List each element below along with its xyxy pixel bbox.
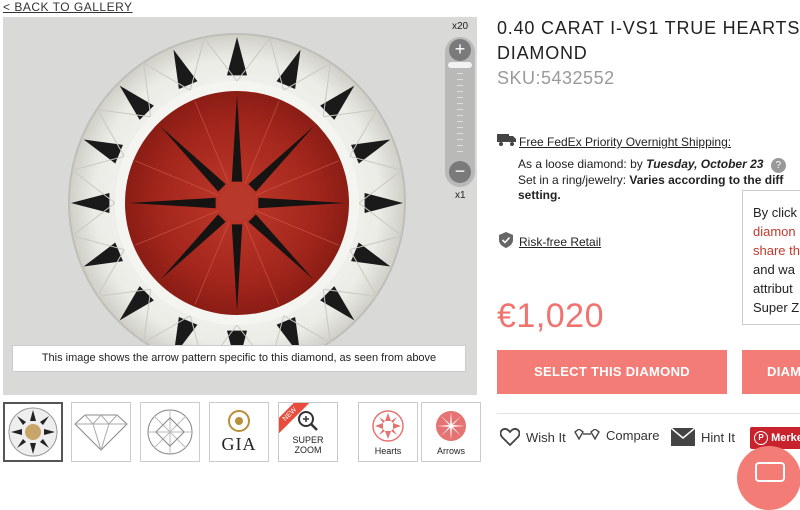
pinterest-label: Merke bbox=[771, 432, 800, 444]
thumb-arrows[interactable]: Arrows bbox=[421, 402, 481, 462]
ring-delivery: Set in a ring/jewelry: Varies according … bbox=[518, 173, 783, 187]
tooltip-line-5: attribut bbox=[753, 281, 793, 296]
product-title-line1: 0.40 CARAT I-VS1 TRUE HEARTS™ bbox=[497, 18, 800, 38]
ring-delivery-value: Varies according to the diff bbox=[629, 173, 784, 187]
pinterest-icon: P bbox=[754, 431, 768, 446]
loose-diamond-date: Tuesday, October 23 bbox=[646, 157, 764, 171]
hearts-pattern-icon bbox=[372, 409, 404, 442]
risk-free-retail-link[interactable]: Risk-free Retail bbox=[519, 235, 601, 249]
diamond-arrows-image bbox=[3, 17, 477, 395]
hint-it-label: Hint It bbox=[701, 429, 735, 445]
help-icon[interactable]: ? bbox=[770, 158, 786, 173]
magnifier-icon bbox=[298, 410, 318, 431]
wish-it-label: Wish It bbox=[526, 429, 566, 445]
zoom-max-label: x20 bbox=[452, 21, 469, 32]
zoom-min-label: x1 bbox=[455, 190, 466, 201]
thumb-diamond-diagram[interactable] bbox=[71, 402, 131, 462]
hearts-label: Hearts bbox=[374, 445, 402, 456]
chat-bubble-button[interactable] bbox=[737, 446, 800, 510]
compare-action[interactable]: Compare bbox=[574, 428, 659, 443]
thumb-diamond-facet-map[interactable] bbox=[140, 402, 200, 462]
diamond-profile-icon bbox=[74, 414, 128, 452]
zoom-out-button[interactable]: − bbox=[449, 161, 471, 183]
heart-icon bbox=[500, 428, 520, 446]
envelope-icon bbox=[671, 428, 695, 446]
wish-it-action[interactable]: Wish It bbox=[500, 428, 566, 446]
divider bbox=[497, 413, 800, 414]
diamond-facet-map-icon bbox=[147, 409, 193, 455]
product-title: 0.40 CARAT I-VS1 TRUE HEARTS™ DIAMOND bbox=[497, 16, 800, 66]
product-title-line2: DIAMOND bbox=[497, 43, 588, 63]
product-price: €1,020 bbox=[497, 297, 604, 335]
tooltip-line-3[interactable]: share th bbox=[753, 241, 800, 260]
loose-diamond-prefix: As a loose diamond: by bbox=[518, 157, 647, 171]
tooltip-line-4: and wa bbox=[753, 262, 795, 277]
image-caption: This image shows the arrow pattern speci… bbox=[12, 345, 466, 372]
compare-diamonds-icon bbox=[574, 428, 600, 440]
thumb-diamond-photo[interactable] bbox=[3, 402, 63, 462]
info-tooltip: By click diamon share th and wa attribut… bbox=[742, 190, 800, 325]
arrows-pattern-icon bbox=[436, 410, 466, 441]
tooltip-line-6: Super Z bbox=[753, 300, 800, 315]
tooltip-line-2[interactable]: diamon bbox=[753, 222, 800, 241]
zoom-in-button[interactable]: + bbox=[449, 39, 471, 61]
super-zoom-label: SUPER ZOOM bbox=[292, 434, 324, 455]
loose-diamond-delivery: As a loose diamond: by Tuesday, October … bbox=[518, 157, 786, 173]
secondary-cta-button[interactable]: DIAM bbox=[742, 350, 800, 394]
product-sku: SKU:5432552 bbox=[497, 68, 615, 88]
zoom-handle[interactable] bbox=[448, 62, 472, 68]
diamond-image-viewer[interactable] bbox=[3, 17, 477, 395]
thumb-hearts[interactable]: Hearts bbox=[358, 402, 418, 462]
gia-label: GIA bbox=[221, 433, 257, 454]
ring-delivery-value-cont: setting. bbox=[518, 188, 561, 202]
hint-it-action[interactable]: Hint It bbox=[671, 428, 735, 446]
thumb-gia-certificate[interactable]: GIA bbox=[209, 402, 269, 462]
truck-icon bbox=[497, 131, 517, 152]
shipping-title-link[interactable]: Free FedEx Priority Overnight Shipping: bbox=[519, 135, 731, 149]
shield-check-icon bbox=[499, 232, 513, 253]
ring-delivery-prefix: Set in a ring/jewelry: bbox=[518, 173, 630, 187]
gia-seal-icon bbox=[228, 409, 250, 432]
tooltip-line-1: By click bbox=[753, 205, 798, 220]
compare-label: Compare bbox=[606, 428, 660, 443]
select-diamond-button[interactable]: SELECT THIS DIAMOND bbox=[497, 350, 727, 394]
back-to-gallery-link[interactable]: < BACK TO GALLERY bbox=[3, 0, 133, 14]
chat-icon bbox=[755, 462, 785, 482]
thumb-super-zoom[interactable]: NEW SUPER ZOOM bbox=[278, 402, 338, 462]
diamond-photo-icon bbox=[8, 407, 58, 457]
arrows-label: Arrows bbox=[436, 445, 465, 456]
